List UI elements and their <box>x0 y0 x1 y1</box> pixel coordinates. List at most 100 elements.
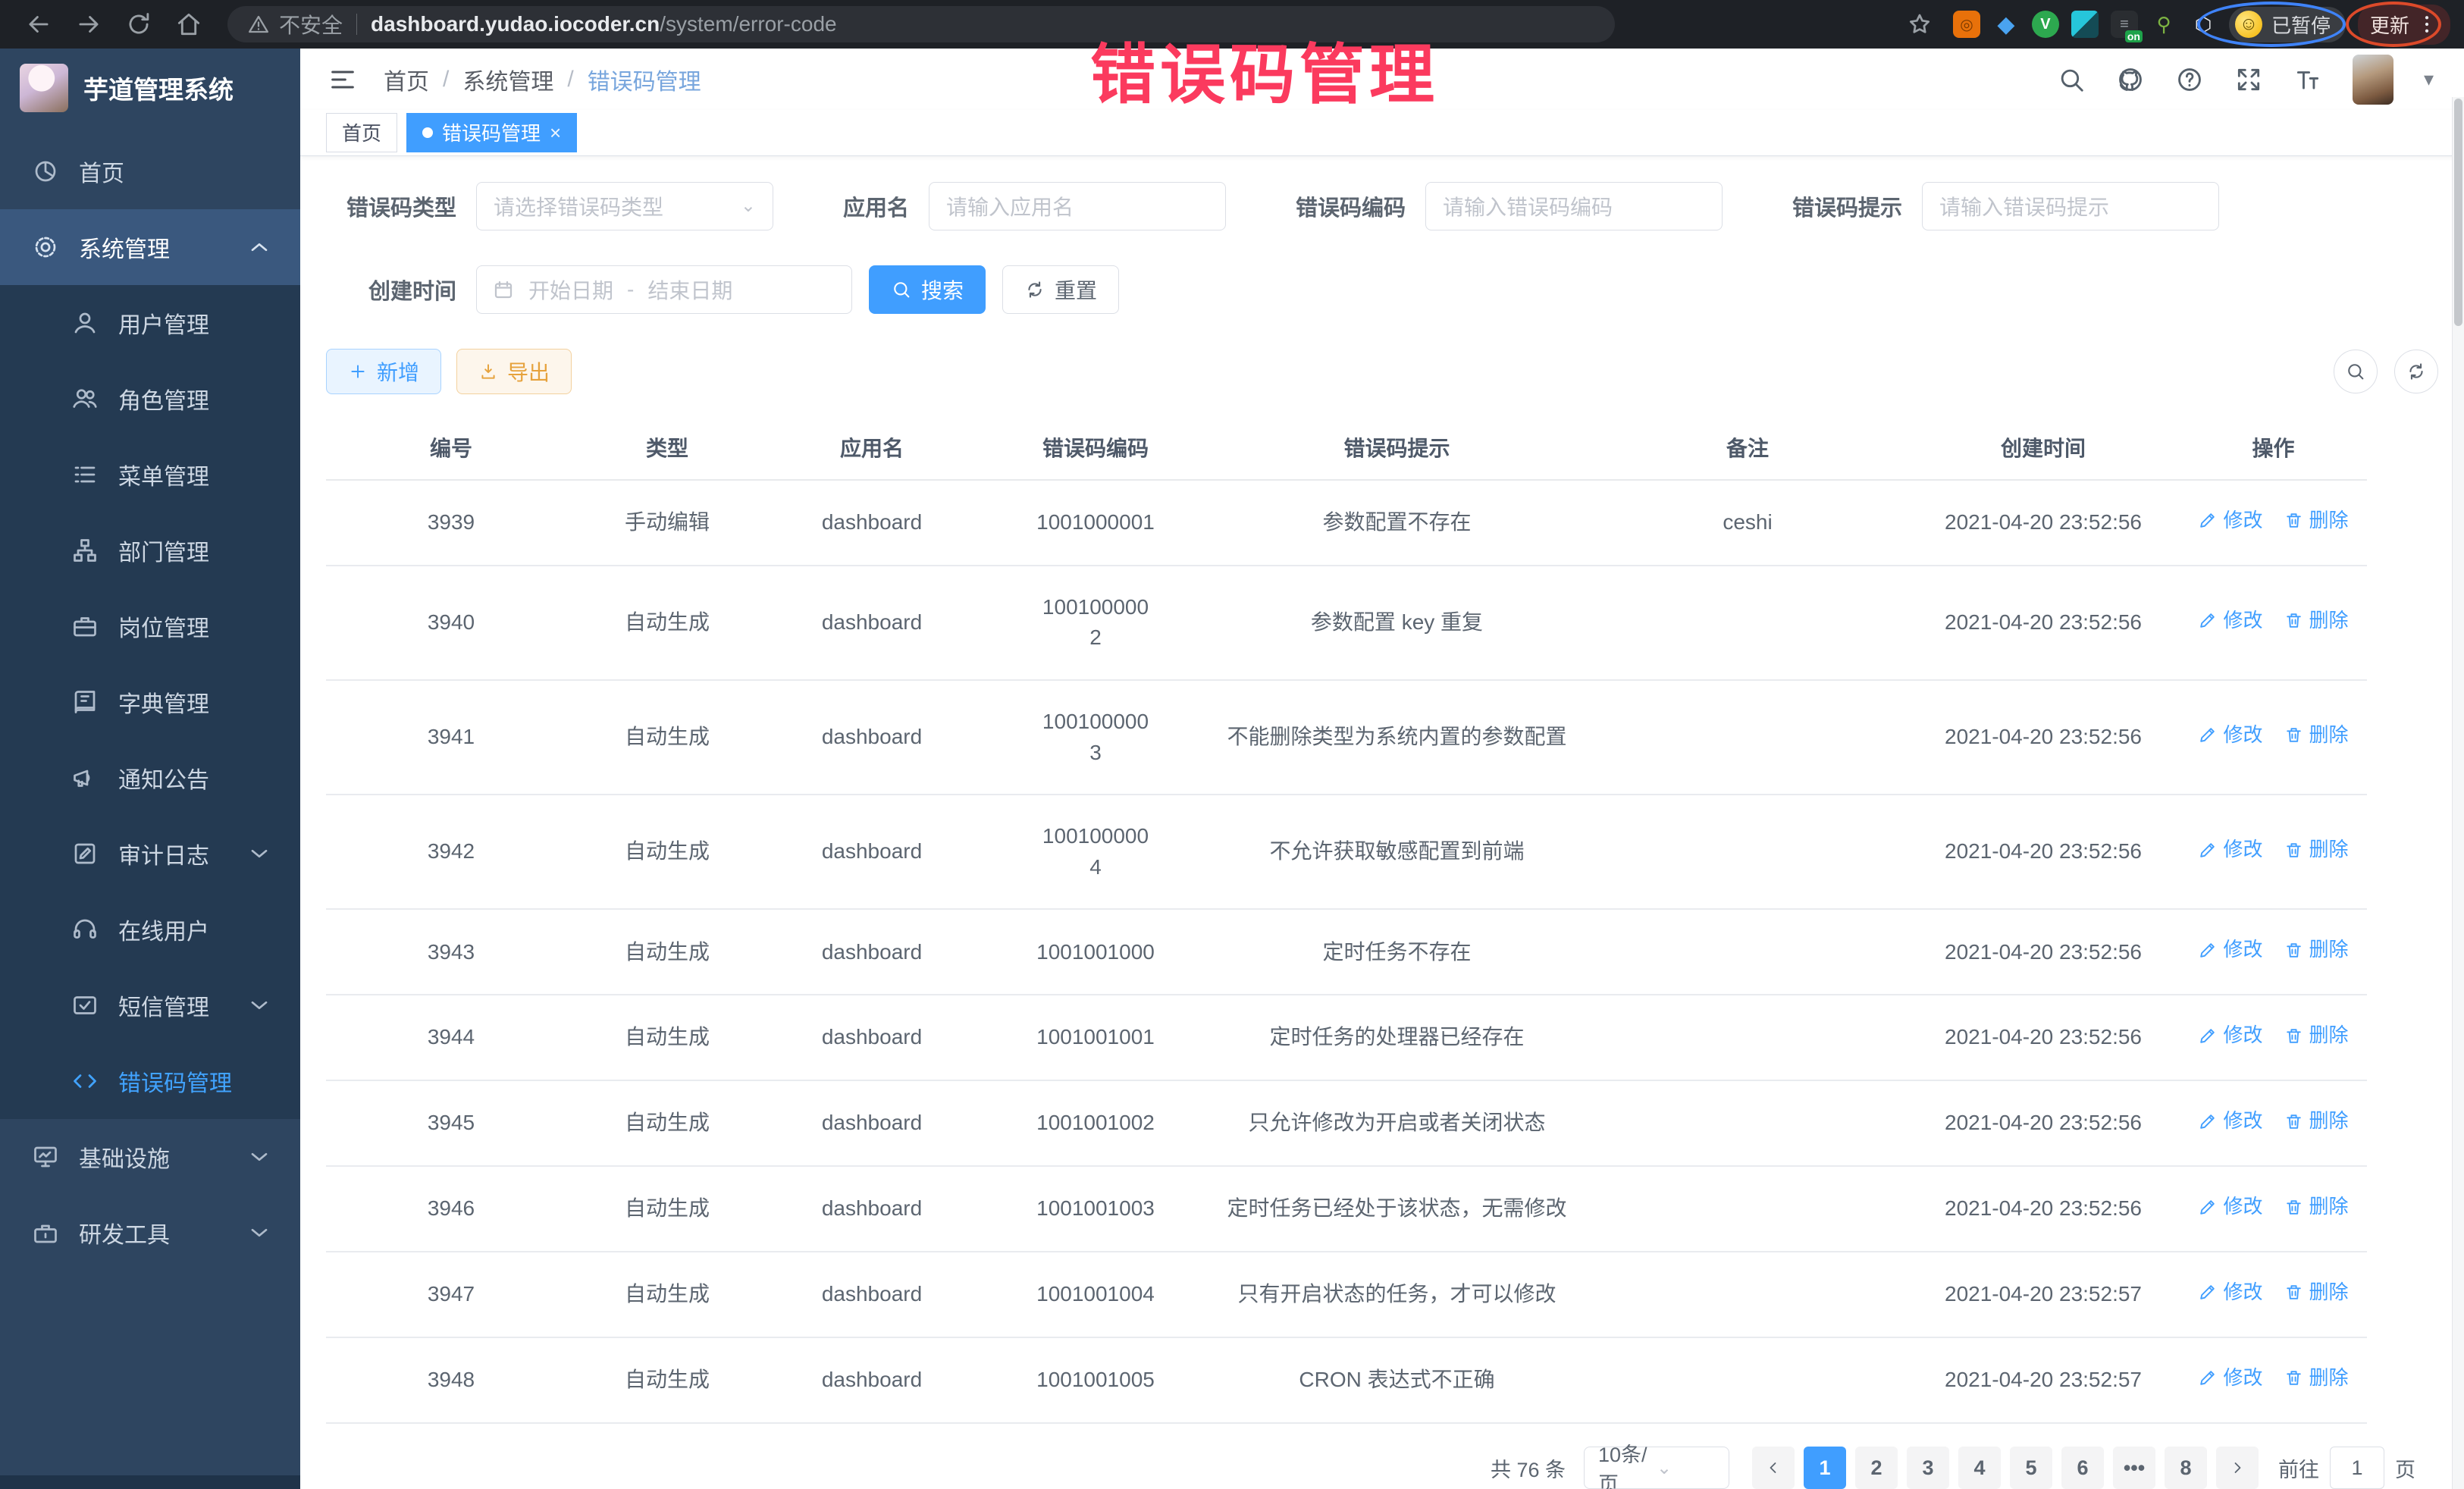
edit-row-button[interactable]: 修改 <box>2198 1193 2262 1221</box>
delete-row-button[interactable]: 删除 <box>2284 1364 2349 1393</box>
help-question-icon[interactable] <box>2175 65 2204 94</box>
sidebar-item-2[interactable]: 用户管理 <box>0 285 300 361</box>
delete-row-button[interactable]: 删除 <box>2284 835 2349 864</box>
delete-row-button[interactable]: 删除 <box>2284 1278 2349 1307</box>
table-row-3944: 3944自动生成dashboard1001001001定时任务的处理器已经存在2… <box>326 995 2367 1080</box>
sidebar-item-label: 短信管理 <box>118 989 226 1022</box>
close-icon[interactable]: × <box>550 123 561 143</box>
sidebar-item-10[interactable]: 在线用户 <box>0 892 300 967</box>
fullscreen-icon[interactable] <box>2234 65 2263 94</box>
show-search-toggle-button[interactable] <box>2334 350 2378 393</box>
page-button-4[interactable]: 4 <box>1958 1447 2001 1489</box>
page-button-3[interactable]: 3 <box>1907 1447 1949 1489</box>
sidebar-item-0[interactable]: 首页 <box>0 133 300 209</box>
browser-forward-icon[interactable] <box>74 10 103 39</box>
delete-row-button[interactable]: 删除 <box>2284 1107 2349 1136</box>
sidebar-item-8[interactable]: 通知公告 <box>0 740 300 816</box>
sidebar-item-6[interactable]: 岗位管理 <box>0 588 300 664</box>
page-button-2[interactable]: 2 <box>1855 1447 1898 1489</box>
extension-icon-teal-squares[interactable] <box>2071 11 2099 38</box>
extension-icon-puzzle[interactable]: ⬡ <box>2190 11 2217 38</box>
app-logo-row[interactable]: 芋道管理系统 <box>0 49 300 127</box>
page-button-6[interactable]: 6 <box>2061 1447 2104 1489</box>
bookmark-star-icon[interactable] <box>1906 11 1933 38</box>
sidebar-item-11[interactable]: 短信管理 <box>0 967 300 1043</box>
extension-icon-dark-list[interactable]: ≡on <box>2111 11 2138 38</box>
delete-row-button[interactable]: 删除 <box>2284 1021 2349 1050</box>
sidebar-item-4[interactable]: 菜单管理 <box>0 437 300 513</box>
sidebar-item-9[interactable]: 审计日志 <box>0 816 300 892</box>
hamburger-icon[interactable] <box>328 64 358 95</box>
error-type-select[interactable]: 请选择错误码类型 ⌄ <box>476 182 773 230</box>
user-avatar[interactable] <box>2353 55 2393 105</box>
extension-icon-green-v[interactable]: V <box>2032 11 2059 38</box>
browser-profile-chip[interactable]: ☺ 已暂停 <box>2229 7 2346 42</box>
edit-row-button[interactable]: 修改 <box>2198 607 2262 635</box>
reset-button[interactable]: 重置 <box>1002 265 1119 314</box>
breadcrumb-item-system[interactable]: 系统管理 <box>462 63 553 96</box>
tab-0[interactable]: 首页 <box>326 113 397 152</box>
sidebar-item-1[interactable]: 系统管理 <box>0 209 300 285</box>
edit-row-button[interactable]: 修改 <box>2198 506 2262 535</box>
delete-row-button[interactable]: 删除 <box>2284 1193 2349 1221</box>
font-size-icon[interactable] <box>2293 65 2322 94</box>
table-row-3942: 3942自动生成dashboard1001000004不允许获取敏感配置到前端2… <box>326 795 2367 909</box>
sidebar-item-3[interactable]: 角色管理 <box>0 361 300 437</box>
tab-1[interactable]: 错误码管理 × <box>406 113 577 152</box>
extension-icon-key[interactable]: ⚲ <box>2150 11 2177 38</box>
cell-remark <box>1588 1166 1907 1252</box>
more-pages-button[interactable]: ••• <box>2113 1447 2155 1489</box>
page-button-1[interactable]: 1 <box>1804 1447 1846 1489</box>
edit-row-button[interactable]: 修改 <box>2198 1107 2262 1136</box>
edit-row-button[interactable]: 修改 <box>2198 721 2262 750</box>
delete-row-button[interactable]: 删除 <box>2284 506 2349 535</box>
edit-row-button[interactable]: 修改 <box>2198 1278 2262 1307</box>
sidebar-item-12[interactable]: 错误码管理 <box>0 1043 300 1119</box>
sidebar-item-5[interactable]: 部门管理 <box>0 513 300 588</box>
edit-row-button[interactable]: 修改 <box>2198 1021 2262 1050</box>
edit-icon <box>2198 1112 2217 1131</box>
refresh-table-button[interactable] <box>2394 350 2438 393</box>
tab-label: 错误码管理 <box>442 118 541 146</box>
error-hint-input[interactable]: 请输入错误码提示 <box>1922 182 2219 230</box>
cell-error-code: 1001001002 <box>986 1080 1205 1166</box>
scrollbar-thumb[interactable] <box>2454 99 2462 326</box>
delete-row-button[interactable]: 删除 <box>2284 607 2349 635</box>
extension-icon-orange[interactable]: ◎ <box>1953 11 1980 38</box>
sidebar-collapse-bar[interactable] <box>0 1475 300 1489</box>
edit-row-button[interactable]: 修改 <box>2198 936 2262 964</box>
browser-update-button[interactable]: 更新 <box>2358 5 2450 45</box>
cell-created: 2021-04-20 23:52:56 <box>1907 1166 2180 1252</box>
delete-row-button[interactable]: 删除 <box>2284 936 2349 964</box>
extension-icon-blue-drop[interactable]: ◆ <box>1992 11 2020 38</box>
edit-row-button[interactable]: 修改 <box>2198 835 2262 864</box>
search-icon[interactable] <box>2057 65 2086 94</box>
edit-row-button[interactable]: 修改 <box>2198 1364 2262 1393</box>
date-range-picker[interactable]: 开始日期 - 结束日期 <box>476 265 852 314</box>
page-button-8[interactable]: 8 <box>2165 1447 2207 1489</box>
sidebar-item-13[interactable]: 基础设施 <box>0 1119 300 1195</box>
app-name-input[interactable]: 请输入应用名 <box>929 182 1226 230</box>
sidebar-item-14[interactable]: 研发工具 <box>0 1195 300 1271</box>
goto-page-input[interactable] <box>2330 1447 2384 1489</box>
browser-menu-dots-icon[interactable] <box>2415 13 2438 36</box>
page-content: 错误码类型 请选择错误码类型 ⌄ 应用名 请输入应用名 错误码编码 请输入错误码… <box>300 156 2464 1489</box>
trash-icon <box>2284 1112 2303 1131</box>
github-icon[interactable] <box>2116 65 2145 94</box>
browser-back-icon[interactable] <box>24 10 53 39</box>
browser-home-icon[interactable] <box>174 10 203 39</box>
add-button[interactable]: 新增 <box>326 349 441 394</box>
sidebar-item-7[interactable]: 字典管理 <box>0 664 300 740</box>
search-button[interactable]: 搜索 <box>869 265 986 314</box>
avatar-caret-icon[interactable]: ▾ <box>2424 67 2434 91</box>
export-button[interactable]: 导出 <box>456 349 572 394</box>
page-button-5[interactable]: 5 <box>2010 1447 2052 1489</box>
cell-hint: 不允许获取敏感配置到前端 <box>1205 795 1588 909</box>
page-size-select[interactable]: 10条/页 ⌄ <box>1584 1447 1729 1489</box>
prev-page-button[interactable] <box>1752 1447 1795 1489</box>
error-code-input[interactable]: 请输入错误码编码 <box>1425 182 1723 230</box>
browser-reload-icon[interactable] <box>124 10 153 39</box>
delete-row-button[interactable]: 删除 <box>2284 721 2349 750</box>
next-page-button[interactable] <box>2216 1447 2259 1489</box>
breadcrumb-item-home[interactable]: 首页 <box>384 63 429 96</box>
